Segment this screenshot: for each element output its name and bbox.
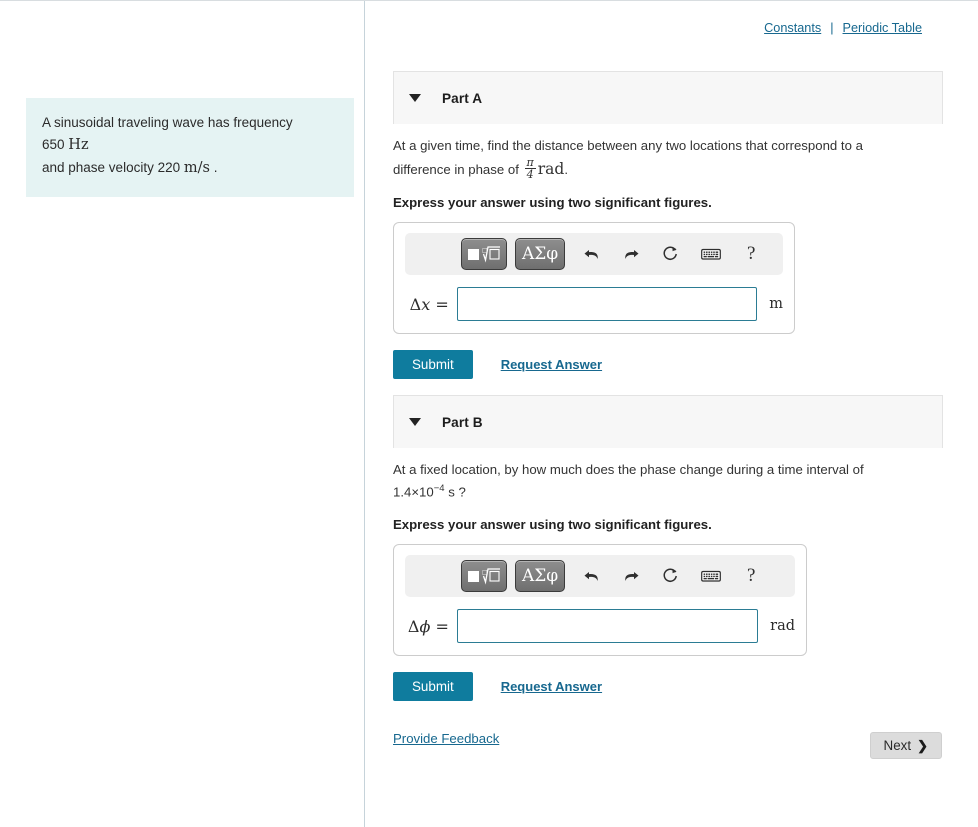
periodic-table-link[interactable]: Periodic Table xyxy=(843,21,922,35)
part-a-equals: = xyxy=(435,294,449,314)
frequency-unit: Hz xyxy=(68,136,89,153)
part-a-request-answer-link[interactable]: Request Answer xyxy=(501,357,602,372)
reset-icon[interactable] xyxy=(653,561,689,591)
part-a-header[interactable]: Part A xyxy=(393,71,943,124)
reset-glyph xyxy=(663,568,678,583)
part-a-variable-label: Δx = xyxy=(405,295,457,314)
undo-icon[interactable] xyxy=(573,239,609,269)
redo-glyph xyxy=(624,249,639,259)
problem-line2-prefix: and phase velocity xyxy=(42,160,158,176)
part-b-time-mantissa: 1.4×10 xyxy=(393,484,434,500)
greek-button-label: ΑΣφ xyxy=(522,566,559,587)
part-b-math-toolbar: □ ΑΣφ ? xyxy=(405,555,795,598)
part-b-instruction: Express your answer using two significan… xyxy=(393,517,712,533)
part-b-variable-label: Δϕ = xyxy=(405,617,457,636)
help-icon[interactable]: ? xyxy=(733,561,769,591)
next-button[interactable]: Next ❯ xyxy=(869,732,942,759)
part-a-title: Part A xyxy=(442,90,483,106)
part-a-actions: Submit Request Answer xyxy=(393,350,943,380)
part-b-actions: Submit Request Answer xyxy=(393,672,943,702)
part-b-question-post: ? xyxy=(454,484,466,500)
undo-icon[interactable] xyxy=(573,561,609,591)
part-a-question-unit: rad xyxy=(537,159,565,178)
velocity-value: 220 xyxy=(157,160,181,176)
collapse-caret-icon[interactable] xyxy=(409,418,421,426)
help-icon[interactable]: ? xyxy=(733,239,769,269)
part-b-delta: Δ xyxy=(407,616,420,636)
provide-feedback-link[interactable]: Provide Feedback xyxy=(393,731,499,746)
part-a-question: At a given time, find the distance betwe… xyxy=(393,136,888,181)
part-a-answer-box: □ ΑΣφ ? Δx = m xyxy=(393,222,795,335)
part-a-instruction: Express your answer using two significan… xyxy=(393,195,712,211)
fraction-denominator: 4 xyxy=(524,168,536,181)
right-pane: Constants | Periodic Table Part A At a giv… xyxy=(365,1,978,827)
part-a-question-post: . xyxy=(564,161,569,177)
greek-symbols-button[interactable]: ΑΣφ xyxy=(515,560,566,593)
math-template-icon: □ xyxy=(468,568,500,585)
reset-icon[interactable] xyxy=(653,239,689,269)
undo-glyph xyxy=(584,571,598,581)
phase-fraction: π4 xyxy=(524,156,536,181)
part-b-question: At a fixed location, by how much does th… xyxy=(393,460,888,503)
greek-button-label: ΑΣφ xyxy=(522,244,559,265)
fraction-numerator: π xyxy=(526,156,534,170)
frequency-value: 650 xyxy=(42,136,65,152)
part-b-equals: = xyxy=(435,616,449,636)
problem-line2-suffix: . xyxy=(213,160,218,176)
left-pane: A sinusoidal traveling wave has frequenc… xyxy=(0,1,364,827)
links-separator: | xyxy=(830,21,834,35)
part-b-time-unit: s xyxy=(448,484,455,500)
constants-link[interactable]: Constants xyxy=(764,21,821,35)
problem-line1-prefix: A sinusoidal traveling wave has frequenc… xyxy=(42,115,293,130)
math-template-icon: □ xyxy=(468,246,500,263)
part-b-request-answer-link[interactable]: Request Answer xyxy=(501,679,602,694)
part-a-answer-unit: m xyxy=(769,296,783,313)
part-b-submit-button[interactable]: Submit xyxy=(393,672,473,702)
part-b-time-exponent: −4 xyxy=(433,482,445,494)
part-a-input-row: Δx = m xyxy=(405,287,783,322)
undo-glyph xyxy=(584,249,598,259)
chevron-right-icon: ❯ xyxy=(917,737,928,753)
part-b-answer-unit: rad xyxy=(770,618,795,635)
velocity-unit: m/s xyxy=(183,160,210,177)
keyboard-glyph xyxy=(701,571,722,582)
collapse-caret-icon[interactable] xyxy=(409,94,421,102)
part-b-header[interactable]: Part B xyxy=(393,395,943,448)
part-a-answer-input[interactable] xyxy=(456,287,758,322)
part-a-question-pre: At a given time, find the distance betwe… xyxy=(393,138,863,177)
part-b-answer-input[interactable] xyxy=(456,609,759,644)
keyboard-icon[interactable] xyxy=(693,561,729,591)
math-template-button[interactable]: □ xyxy=(461,238,507,271)
reset-glyph xyxy=(663,246,678,261)
keyboard-icon[interactable] xyxy=(693,239,729,269)
part-a-delta: Δ xyxy=(409,294,422,314)
math-template-button[interactable]: □ xyxy=(461,560,507,593)
page-root: A sinusoidal traveling wave has frequenc… xyxy=(0,0,978,827)
next-button-label: Next xyxy=(883,738,912,753)
part-a-variable: x xyxy=(421,294,431,314)
part-b-variable: ϕ xyxy=(419,616,431,636)
redo-glyph xyxy=(624,571,639,581)
part-b-answer-box: □ ΑΣφ ? Δϕ = rad xyxy=(393,544,807,657)
part-a-body: At a given time, find the distance betwe… xyxy=(393,136,943,380)
keyboard-glyph xyxy=(701,249,722,260)
part-a-math-toolbar: □ ΑΣφ ? xyxy=(405,233,783,276)
top-links: Constants | Periodic Table xyxy=(764,21,922,35)
part-b-title: Part B xyxy=(442,414,483,430)
help-label: ? xyxy=(746,243,756,265)
redo-icon[interactable] xyxy=(613,561,649,591)
redo-icon[interactable] xyxy=(613,239,649,269)
help-label: ? xyxy=(746,565,756,587)
part-a-submit-button[interactable]: Submit xyxy=(393,350,473,380)
part-b-question-pre: At a fixed location, by how much does th… xyxy=(393,462,864,477)
greek-symbols-button[interactable]: ΑΣφ xyxy=(515,238,566,271)
problem-statement-box: A sinusoidal traveling wave has frequenc… xyxy=(26,98,354,197)
part-b-body: At a fixed location, by how much does th… xyxy=(393,460,943,702)
part-b-input-row: Δϕ = rad xyxy=(405,609,795,644)
